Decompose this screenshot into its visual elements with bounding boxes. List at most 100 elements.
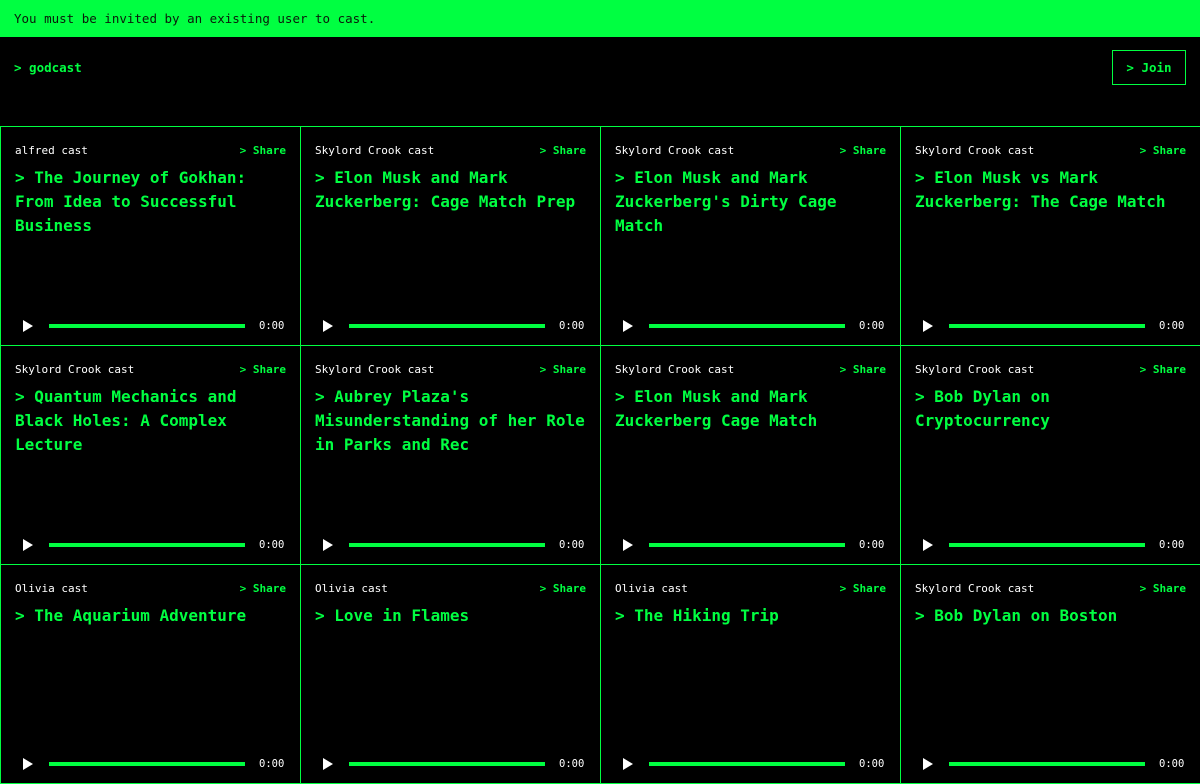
audio-time: 0:00 [859, 320, 885, 332]
audio-progress-bar[interactable] [949, 762, 1145, 766]
brand-link[interactable]: > godcast [14, 60, 82, 75]
audio-player: 0:00 [615, 756, 886, 772]
cast-card: Olivia cast > Share > Love in Flames 0:00 [300, 564, 601, 784]
share-link[interactable]: > Share [240, 582, 286, 595]
cast-title[interactable]: > Elon Musk and Mark Zuckerberg Cage Mat… [615, 385, 885, 433]
play-icon[interactable] [323, 539, 333, 551]
cast-title[interactable]: > Elon Musk and Mark Zuckerberg: Cage Ma… [315, 166, 585, 214]
cast-title[interactable]: > Bob Dylan on Cryptocurrency [915, 385, 1185, 433]
play-icon[interactable] [623, 758, 633, 770]
cast-author: Skylord Crook cast [15, 362, 135, 376]
cast-card: Skylord Crook cast > Share > Elon Musk vs… [900, 126, 1200, 346]
audio-time: 0:00 [259, 758, 285, 770]
audio-player: 0:00 [615, 318, 886, 334]
share-link[interactable]: > Share [540, 144, 586, 157]
cast-card: alfred cast > Share > The Journey of Gokh… [0, 126, 301, 346]
share-link[interactable]: > Share [540, 582, 586, 595]
share-link[interactable]: > Share [840, 144, 886, 157]
join-button[interactable]: > Join [1112, 50, 1186, 85]
cast-author: Olivia cast [615, 581, 688, 595]
share-link[interactable]: > Share [840, 363, 886, 376]
cast-card: Skylord Crook cast > Share > Elon Musk an… [300, 126, 601, 346]
cast-author: Skylord Crook cast [915, 581, 1035, 595]
audio-progress-bar[interactable] [649, 324, 845, 328]
cast-card: Olivia cast > Share > The Aquarium Advent… [0, 564, 301, 784]
cast-title[interactable]: > The Journey of Gokhan: From Idea to Su… [15, 166, 285, 238]
cast-card: Skylord Crook cast > Share > Quantum Mech… [0, 345, 301, 565]
audio-progress-bar[interactable] [949, 543, 1145, 547]
audio-progress-bar[interactable] [49, 543, 245, 547]
cast-author: Skylord Crook cast [915, 143, 1035, 157]
play-icon[interactable] [923, 539, 933, 551]
audio-time: 0:00 [1159, 539, 1185, 551]
audio-player: 0:00 [15, 318, 286, 334]
cast-author: Olivia cast [15, 581, 88, 595]
audio-player: 0:00 [315, 756, 586, 772]
play-icon[interactable] [23, 320, 33, 332]
play-icon[interactable] [323, 320, 333, 332]
audio-time: 0:00 [1159, 320, 1185, 332]
audio-time: 0:00 [259, 320, 285, 332]
share-link[interactable]: > Share [240, 144, 286, 157]
play-icon[interactable] [623, 539, 633, 551]
audio-progress-bar[interactable] [49, 324, 245, 328]
cast-card: Skylord Crook cast > Share > Bob Dylan on… [900, 564, 1200, 784]
cast-card: Olivia cast > Share > The Hiking Trip 0:0… [600, 564, 901, 784]
audio-player: 0:00 [915, 756, 1186, 772]
play-icon[interactable] [923, 758, 933, 770]
cast-author: Skylord Crook cast [615, 362, 735, 376]
cast-author: Skylord Crook cast [315, 143, 435, 157]
cast-card: Skylord Crook cast > Share > Elon Musk an… [600, 126, 901, 346]
audio-time: 0:00 [1159, 758, 1185, 770]
audio-progress-bar[interactable] [349, 543, 545, 547]
play-icon[interactable] [923, 320, 933, 332]
audio-player: 0:00 [315, 537, 586, 553]
invite-banner: You must be invited by an existing user … [0, 0, 1200, 37]
audio-time: 0:00 [559, 320, 585, 332]
share-link[interactable]: > Share [240, 363, 286, 376]
audio-player: 0:00 [915, 537, 1186, 553]
cast-title[interactable]: > Bob Dylan on Boston [915, 604, 1185, 628]
cast-title[interactable]: > Elon Musk and Mark Zuckerberg's Dirty … [615, 166, 885, 238]
audio-progress-bar[interactable] [949, 324, 1145, 328]
cast-card: Skylord Crook cast > Share > Bob Dylan on… [900, 345, 1200, 565]
cast-author: Skylord Crook cast [315, 362, 435, 376]
audio-time: 0:00 [859, 539, 885, 551]
play-icon[interactable] [23, 758, 33, 770]
share-link[interactable]: > Share [840, 582, 886, 595]
cast-grid: alfred cast > Share > The Journey of Gokh… [0, 126, 1200, 784]
audio-progress-bar[interactable] [649, 543, 845, 547]
cast-author: Skylord Crook cast [615, 143, 735, 157]
share-link[interactable]: > Share [1140, 363, 1186, 376]
cast-title[interactable]: > The Aquarium Adventure [15, 604, 285, 628]
cast-card: Skylord Crook cast > Share > Elon Musk an… [600, 345, 901, 565]
audio-time: 0:00 [259, 539, 285, 551]
play-icon[interactable] [323, 758, 333, 770]
cast-title[interactable]: > Quantum Mechanics and Black Holes: A C… [15, 385, 285, 457]
invite-banner-text: You must be invited by an existing user … [14, 11, 376, 26]
audio-progress-bar[interactable] [649, 762, 845, 766]
play-icon[interactable] [23, 539, 33, 551]
cast-author: Skylord Crook cast [915, 362, 1035, 376]
share-link[interactable]: > Share [540, 363, 586, 376]
audio-progress-bar[interactable] [349, 762, 545, 766]
play-icon[interactable] [623, 320, 633, 332]
cast-title[interactable]: > Love in Flames [315, 604, 585, 628]
audio-player: 0:00 [915, 318, 1186, 334]
audio-player: 0:00 [15, 537, 286, 553]
cast-title[interactable]: > Elon Musk vs Mark Zuckerberg: The Cage… [915, 166, 1185, 214]
audio-time: 0:00 [559, 758, 585, 770]
share-link[interactable]: > Share [1140, 582, 1186, 595]
cast-title[interactable]: > Aubrey Plaza's Misunderstanding of her… [315, 385, 585, 457]
audio-time: 0:00 [559, 539, 585, 551]
cast-author: Olivia cast [315, 581, 388, 595]
cast-title[interactable]: > The Hiking Trip [615, 604, 885, 628]
top-bar: > godcast > Join [0, 37, 1200, 126]
audio-progress-bar[interactable] [349, 324, 545, 328]
share-link[interactable]: > Share [1140, 144, 1186, 157]
audio-time: 0:00 [859, 758, 885, 770]
audio-progress-bar[interactable] [49, 762, 245, 766]
cast-card: Skylord Crook cast > Share > Aubrey Plaza… [300, 345, 601, 565]
cast-author: alfred cast [15, 143, 88, 157]
audio-player: 0:00 [15, 756, 286, 772]
